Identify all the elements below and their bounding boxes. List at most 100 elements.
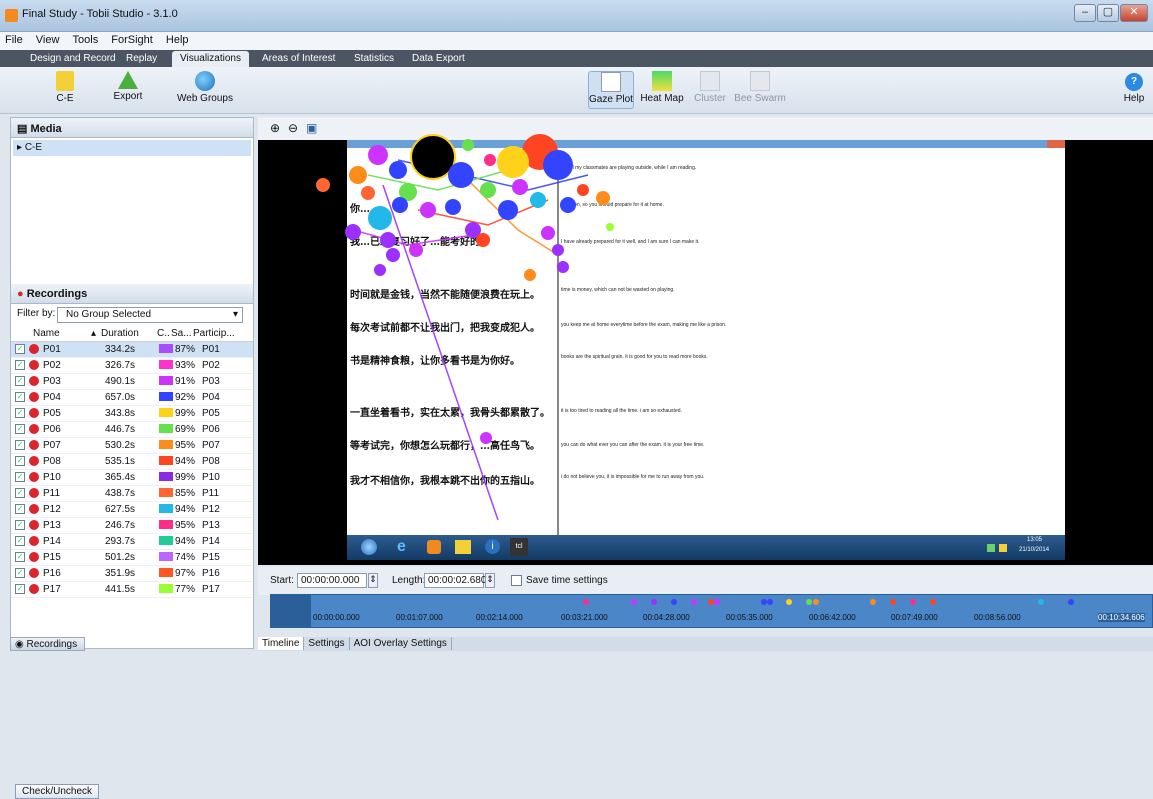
tab-aoi-overlay-settings[interactable]: AOI Overlay Settings (350, 637, 452, 650)
tab-settings[interactable]: Settings (304, 637, 350, 650)
recording-row[interactable]: ✓ P16 351.9s 97% P16 (11, 566, 253, 582)
row-checkbox[interactable]: ✓ (15, 456, 25, 466)
minimize-button[interactable]: – (1074, 4, 1096, 22)
recordings-column-header: Name ▴ Duration C.. Sa... Particip... (11, 326, 253, 342)
timeline-track[interactable]: 00:00:00.000 00:01:07.000 00:02:14.000 0… (270, 594, 1153, 628)
col-color[interactable]: C.. (157, 328, 170, 339)
web-groups-button[interactable]: Web Groups (176, 71, 234, 104)
group-filter-select[interactable]: No Group Selected ▾ (57, 307, 243, 323)
tab-design-and-record[interactable]: Design and Record (22, 51, 124, 67)
recording-row[interactable]: ✓ P05 343.8s 99% P05 (11, 406, 253, 422)
row-checkbox[interactable]: ✓ (15, 584, 25, 594)
recordings-bottom-tab[interactable]: ◉ Recordings (10, 637, 85, 651)
row-checkbox[interactable]: ✓ (15, 536, 25, 546)
row-checkbox[interactable]: ✓ (15, 344, 25, 354)
recording-icon (29, 488, 39, 498)
recording-sample: 94% (175, 456, 196, 467)
recording-duration: 365.4s (105, 472, 136, 483)
recording-duration: 446.7s (105, 424, 136, 435)
menu-forsight[interactable]: ForSight (106, 32, 158, 46)
col-name[interactable]: Name (33, 328, 60, 339)
row-checkbox[interactable]: ✓ (15, 488, 25, 498)
recording-row[interactable]: ✓ P06 446.7s 69% P06 (11, 422, 253, 438)
tab-data-export[interactable]: Data Export (404, 51, 473, 67)
recording-participant: P14 (202, 536, 220, 547)
timeline-label-6: 00:06:42.000 (809, 613, 856, 622)
bee-swarm-button[interactable]: Bee Swarm (734, 71, 786, 104)
filter-row: Filter by: No Group Selected ▾ (11, 304, 253, 326)
recording-duration: 627.5s (105, 504, 136, 515)
save-time-checkbox[interactable] (511, 575, 522, 586)
row-checkbox[interactable]: ✓ (15, 472, 25, 482)
row-checkbox[interactable]: ✓ (15, 392, 25, 402)
tab-areas-of-interest[interactable]: Areas of Interest (254, 51, 343, 67)
close-button[interactable]: ✕ (1120, 4, 1148, 22)
recording-row[interactable]: ✓ P07 530.2s 95% P07 (11, 438, 253, 454)
check-uncheck-button[interactable]: Check/Uncheck (15, 784, 99, 799)
recording-sample: 93% (175, 360, 196, 371)
maximize-button[interactable]: ▢ (1097, 4, 1119, 22)
recording-row[interactable]: ✓ P08 535.1s 94% P08 (11, 454, 253, 470)
recording-row[interactable]: ✓ P14 293.7s 94% P14 (11, 534, 253, 550)
start-label: Start: (270, 575, 294, 586)
recording-row[interactable]: ✓ P10 365.4s 99% P10 (11, 470, 253, 486)
recording-row[interactable]: ✓ P03 490.1s 91% P03 (11, 374, 253, 390)
length-spinner[interactable]: ⇕ (485, 573, 495, 588)
gaze-plot-button[interactable]: Gaze Plot (588, 71, 634, 109)
row-checkbox[interactable]: ✓ (15, 376, 25, 386)
row-checkbox[interactable]: ✓ (15, 568, 25, 578)
recording-row[interactable]: ✓ P12 627.5s 94% P12 (11, 502, 253, 518)
tab-visualizations[interactable]: Visualizations (172, 51, 249, 67)
export-arrow-icon (118, 71, 138, 89)
recording-name: P16 (43, 568, 61, 579)
recording-participant: P02 (202, 360, 220, 371)
menu-help[interactable]: Help (161, 32, 194, 46)
recording-row[interactable]: ✓ P13 246.7s 95% P13 (11, 518, 253, 534)
col-sample[interactable]: Sa... (171, 328, 192, 339)
row-checkbox[interactable]: ✓ (15, 408, 25, 418)
row-checkbox[interactable]: ✓ (15, 520, 25, 530)
recording-row[interactable]: ✓ P11 438.7s 85% P11 (11, 486, 253, 502)
recording-row[interactable]: ✓ P15 501.2s 74% P15 (11, 550, 253, 566)
ce-button[interactable]: C-E (50, 71, 80, 104)
row-checkbox[interactable]: ✓ (15, 440, 25, 450)
recording-color-swatch (159, 472, 173, 481)
row-checkbox[interactable]: ✓ (15, 360, 25, 370)
recording-name: P01 (43, 344, 61, 355)
recording-color-swatch (159, 456, 173, 465)
heat-map-button[interactable]: Heat Map (640, 71, 684, 104)
taskbar-clock-date: 21/10/2014 (1019, 547, 1050, 553)
tab-timeline[interactable]: Timeline (258, 637, 305, 650)
col-duration[interactable]: Duration (101, 328, 139, 339)
start-spinner[interactable]: ⇕ (368, 573, 378, 588)
recording-participant: P03 (202, 376, 220, 387)
length-input[interactable]: 00:00:02.680 (424, 573, 486, 588)
row-checkbox[interactable]: ✓ (15, 552, 25, 562)
recording-name: P08 (43, 456, 61, 467)
media-item-ce[interactable]: ▸ C-E (13, 140, 251, 156)
recording-row[interactable]: ✓ P01 334.2s 87% P01 (11, 342, 253, 358)
timeline-label-8: 00:08:56.000 (974, 613, 1021, 622)
recording-name: P10 (43, 472, 61, 483)
recording-row[interactable]: ✓ P04 657.0s 92% P04 (11, 390, 253, 406)
recording-duration: 293.7s (105, 536, 136, 547)
row-checkbox[interactable]: ✓ (15, 504, 25, 514)
menu-view[interactable]: View (31, 32, 65, 46)
timeline-label-end: 00:10:34.606 (1098, 613, 1145, 622)
recording-color-swatch (159, 376, 173, 385)
save-time-label: Save time settings (526, 575, 608, 586)
cluster-button[interactable]: Cluster (690, 71, 730, 104)
col-participant[interactable]: Particip... (193, 328, 235, 339)
help-button[interactable]: ? Help (1120, 73, 1148, 104)
start-time-input[interactable]: 00:00:00.000 (297, 573, 367, 588)
timeline-label-1: 00:01:07.000 (396, 613, 443, 622)
menu-tools[interactable]: Tools (68, 32, 104, 46)
export-button[interactable]: Export (104, 71, 152, 102)
time-controls: Start: 00:00:00.000 ⇕ Length: 00:00:02.6… (258, 567, 1153, 595)
tab-replay[interactable]: Replay (118, 51, 165, 67)
row-checkbox[interactable]: ✓ (15, 424, 25, 434)
recording-row[interactable]: ✓ P02 326.7s 93% P02 (11, 358, 253, 374)
tab-statistics[interactable]: Statistics (346, 51, 402, 67)
recording-row[interactable]: ✓ P17 441.5s 77% P17 (11, 582, 253, 598)
menu-file[interactable]: File (0, 32, 28, 46)
